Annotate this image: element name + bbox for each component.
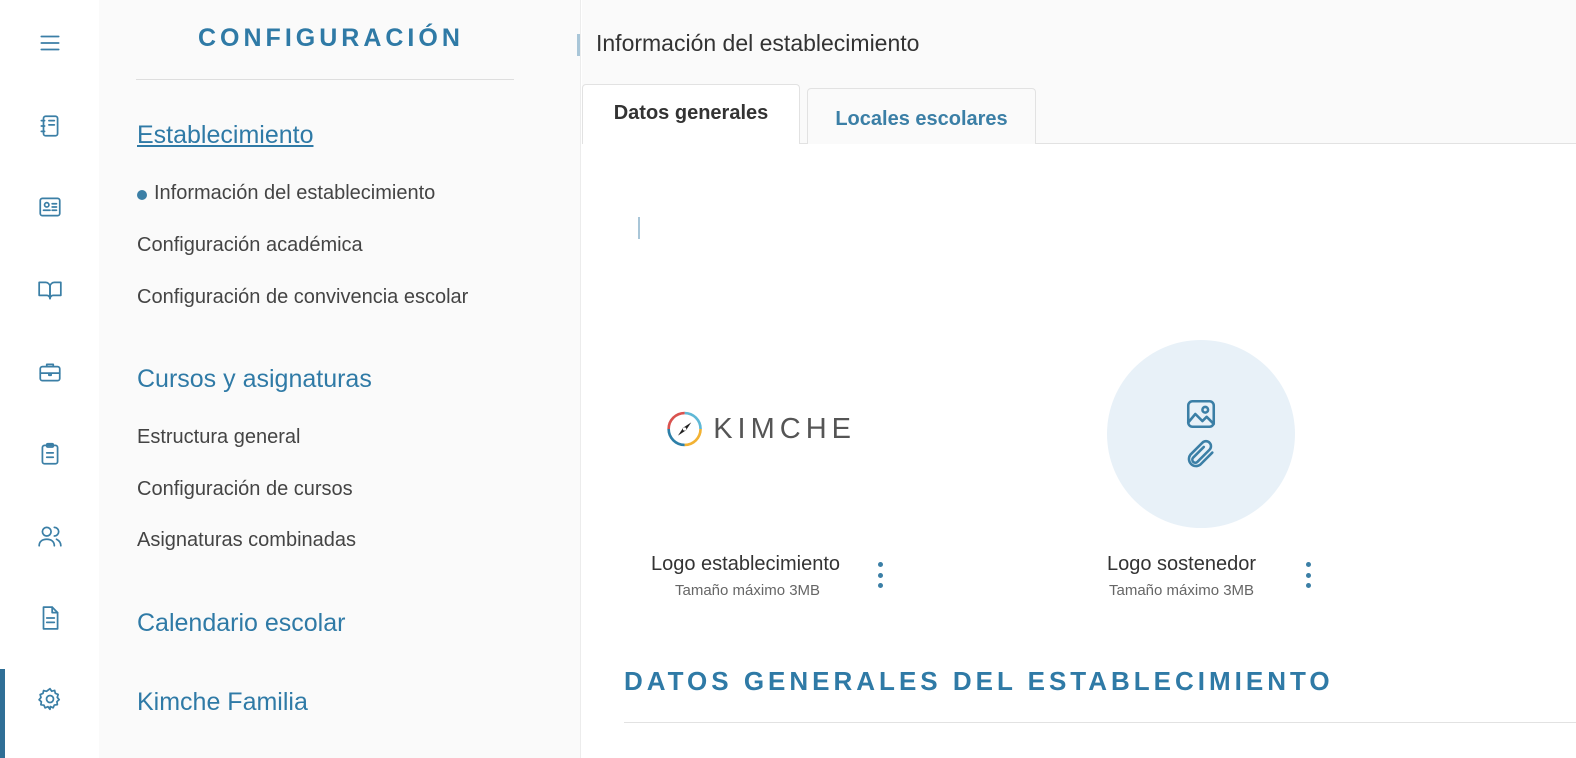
rail-item-settings[interactable] xyxy=(0,669,99,758)
kebab-dot-icon xyxy=(1305,572,1311,578)
sidebar-item-config-academica[interactable]: Configuración académica xyxy=(137,234,363,257)
rail-item-document[interactable] xyxy=(0,593,99,643)
kebab-dot-icon xyxy=(877,583,883,588)
sidebar-section-cursos[interactable]: Cursos y asignaturas xyxy=(137,365,372,394)
section-heading: DATOS GENERALES DEL ESTABLECIMIENTO xyxy=(624,666,1334,696)
gear-icon xyxy=(37,687,60,711)
rail-item-briefcase[interactable] xyxy=(0,347,99,397)
main-content: Información del establecimiento Datos ge… xyxy=(577,0,1576,758)
rail-item-id-card[interactable] xyxy=(0,182,99,232)
icon-rail xyxy=(0,0,99,758)
sidebar-item-asignaturas[interactable]: Asignaturas combinadas xyxy=(137,529,356,552)
logo-sostenedor-menu-button[interactable] xyxy=(1301,560,1315,590)
kebab-dot-icon xyxy=(1305,562,1311,567)
rail-item-book[interactable] xyxy=(0,265,99,315)
rail-item-notebook[interactable] xyxy=(0,101,99,151)
menu-button[interactable] xyxy=(0,18,99,68)
rail-item-users[interactable] xyxy=(0,511,99,561)
sidebar-section-calendario[interactable]: Calendario escolar xyxy=(137,609,345,638)
page-title: Información del establecimiento xyxy=(596,30,920,56)
sidebar-title: CONFIGURACIÓN xyxy=(198,24,464,52)
sidebar-item-config-convivencia[interactable]: Configuración de convivencia escolar xyxy=(137,286,468,309)
paperclip-icon xyxy=(1187,439,1214,468)
briefcase-icon xyxy=(38,363,61,382)
sidebar-divider xyxy=(136,79,514,80)
sidebar-item-config-cursos[interactable]: Configuración de cursos xyxy=(137,478,353,501)
logo-sostenedor-label: Logo sostenedor xyxy=(1107,553,1257,575)
logo-establecimiento-label: Logo establecimiento xyxy=(651,553,841,575)
kimche-wordmark: KIMCHE xyxy=(713,412,856,445)
clipboard-icon xyxy=(41,442,58,465)
sidebar-section-kimche-familia[interactable]: Kimche Familia xyxy=(137,688,308,717)
sidebar-section-establecimiento[interactable]: Establecimiento xyxy=(137,121,313,150)
logo-establecimiento-image[interactable]: KIMCHE xyxy=(666,399,856,459)
page-title-marker xyxy=(577,34,580,56)
logo-sostenedor-hint: Tamaño máximo 3MB xyxy=(1109,582,1255,599)
section-divider xyxy=(624,722,1576,723)
id-card-icon xyxy=(38,197,61,217)
users-icon xyxy=(37,526,62,547)
open-book-icon xyxy=(37,281,62,300)
tab-panel: KIMCHE Logo establecimiento Tamaño máxim… xyxy=(582,144,1576,758)
menu-icon xyxy=(39,35,60,51)
tab-datos-generales[interactable]: Datos generales xyxy=(582,84,800,145)
text-cursor-mark xyxy=(638,217,640,239)
kebab-dot-icon xyxy=(877,562,883,567)
sidebar-item-estructura[interactable]: Estructura general xyxy=(137,426,300,449)
logo-establecimiento-menu-button[interactable] xyxy=(873,560,887,590)
kebab-dot-icon xyxy=(877,572,883,578)
notebook-icon xyxy=(39,115,58,137)
document-icon xyxy=(42,606,58,630)
sidebar-item-informacion[interactable]: Información del establecimiento xyxy=(137,182,435,205)
logo-establecimiento-hint: Tamaño máximo 3MB xyxy=(675,582,821,599)
image-icon xyxy=(1186,399,1216,429)
compass-logo-icon xyxy=(667,411,702,447)
kebab-dot-icon xyxy=(1305,583,1311,588)
settings-sidebar: CONFIGURACIÓN Establecimiento Informació… xyxy=(99,0,581,758)
tab-locales-escolares[interactable]: Locales escolares xyxy=(807,88,1036,144)
logo-sostenedor-upload[interactable] xyxy=(1107,340,1295,528)
rail-item-clipboard[interactable] xyxy=(0,429,99,479)
